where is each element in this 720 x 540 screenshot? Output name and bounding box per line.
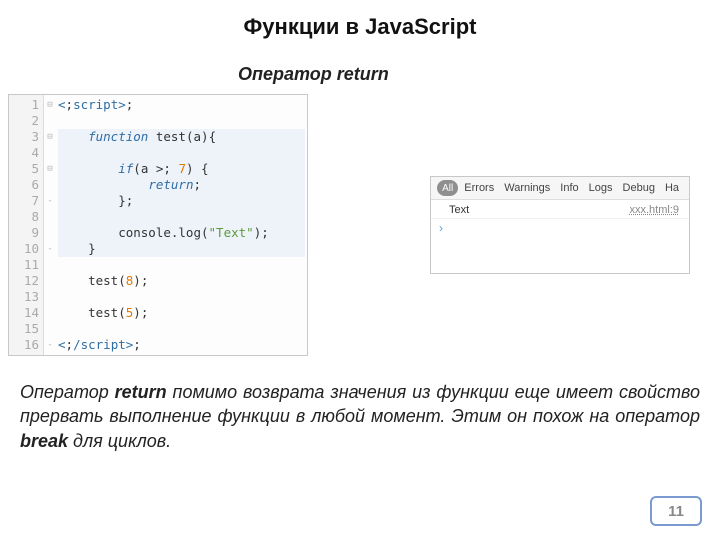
line-number-gutter: 12345678910111213141516 bbox=[9, 95, 44, 355]
exp-pre: Оператор bbox=[20, 382, 115, 402]
console-tabs: All Errors Warnings Info Logs Debug Ha bbox=[431, 177, 689, 200]
console-tab[interactable]: Warnings bbox=[504, 182, 550, 194]
console-prompt[interactable]: › bbox=[431, 219, 689, 237]
exp-kw1: return bbox=[115, 382, 167, 402]
console-row: Text xxx.html:9 bbox=[431, 200, 689, 219]
console-tab-all[interactable]: All bbox=[437, 180, 458, 196]
console-tab[interactable]: Info bbox=[560, 182, 578, 194]
explanation-text: Оператор return помимо возврата значения… bbox=[20, 380, 700, 453]
console-tab[interactable]: Ha bbox=[665, 182, 679, 194]
code-editor: 12345678910111213141516 ⊟⊟⊟--- <;script>… bbox=[8, 94, 308, 356]
console-tab[interactable]: Logs bbox=[589, 182, 613, 194]
console-tab[interactable]: Debug bbox=[623, 182, 655, 194]
page-number-badge: 11 bbox=[650, 496, 702, 526]
devtools-console: All Errors Warnings Info Logs Debug Ha Text xxx… bbox=[430, 176, 690, 274]
fold-gutter: ⊟⊟⊟--- bbox=[44, 95, 56, 355]
exp-kw2: break bbox=[20, 431, 68, 451]
console-source-link[interactable]: xxx.html:9 bbox=[629, 204, 679, 216]
slide-title: Функции в JavaScript bbox=[180, 14, 540, 39]
code-body: <;script>; function test(a){ if(a >; 7) … bbox=[56, 95, 307, 355]
subtitle-text: Оператор return bbox=[238, 64, 389, 85]
exp-post: для циклов. bbox=[68, 431, 171, 451]
console-msg: Text bbox=[449, 204, 469, 216]
title-text: Функции в JavaScript bbox=[180, 14, 540, 39]
console-tab[interactable]: Errors bbox=[464, 182, 494, 194]
console-body: Text xxx.html:9 › bbox=[431, 200, 689, 237]
